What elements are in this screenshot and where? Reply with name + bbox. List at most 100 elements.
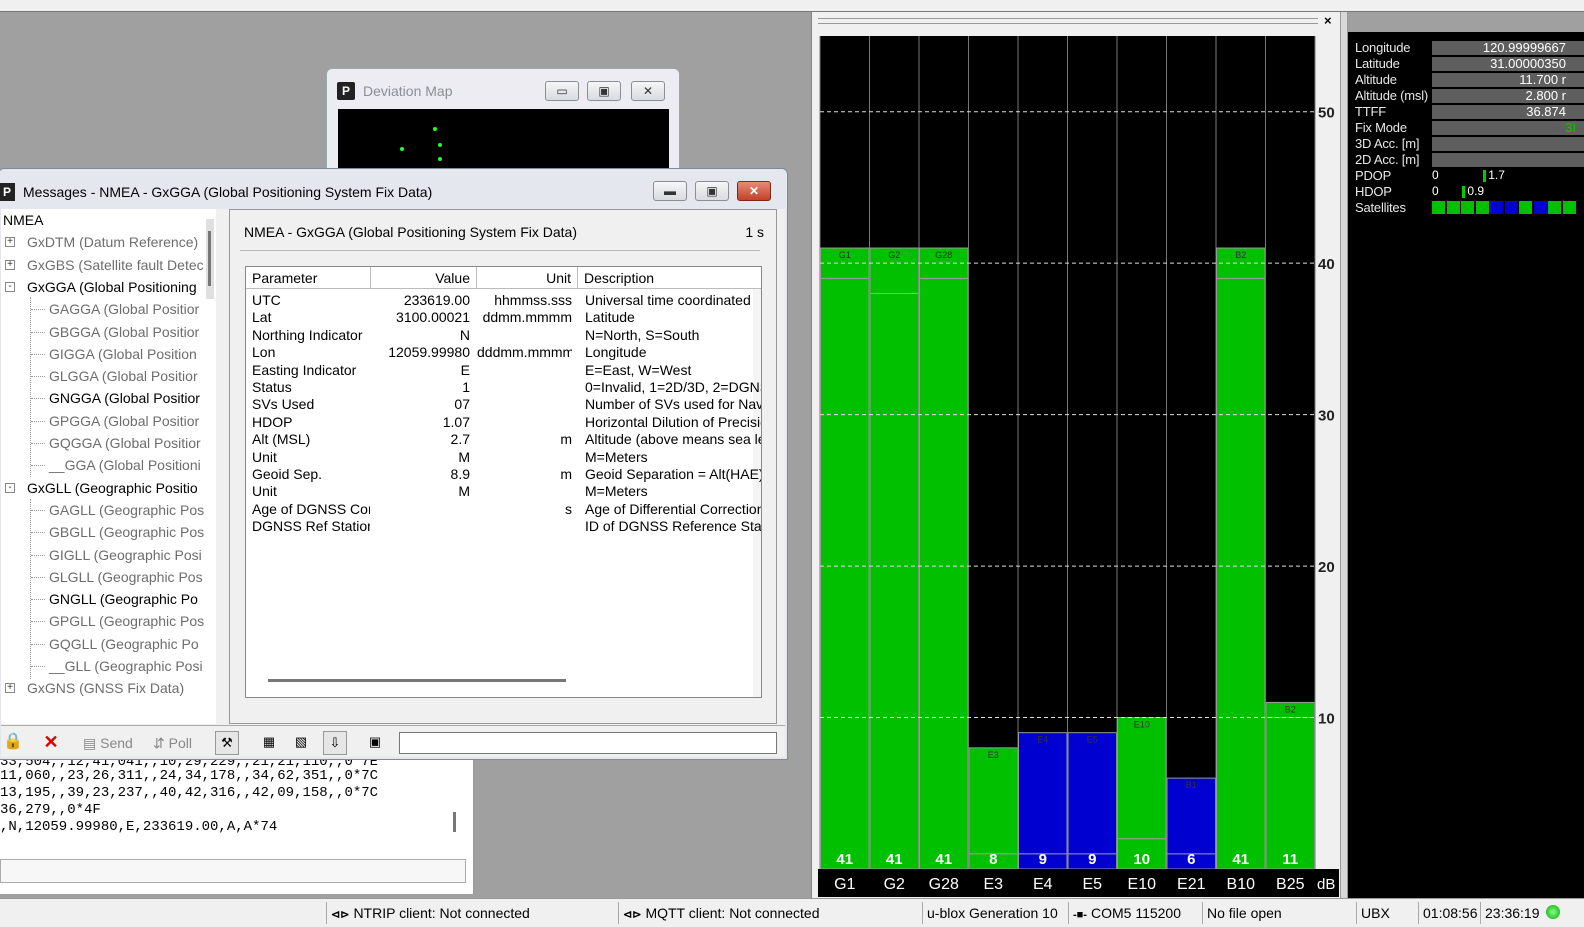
mqtt-status[interactable]: ⊲⊳ MQTT client: Not connected [618, 902, 920, 924]
tree-item[interactable]: __GLL (Geographic Posi [49, 655, 203, 677]
console-scrollbar[interactable] [453, 812, 456, 832]
tree-expander-icon[interactable]: + [5, 237, 15, 248]
table-row[interactable]: Lat 3100.00021 ddmm.mmmm Latitude [246, 309, 761, 326]
message-console[interactable]: 33,504,,12,41,041,,10,29,229,,21,21,110,… [0, 754, 474, 894]
connection-led-icon [1546, 905, 1560, 919]
tree-item[interactable]: GxDTM (Datum Reference) [27, 231, 198, 253]
tree-connector [31, 465, 45, 467]
table-row[interactable]: Age of DGNSS Corr s Age of Differential Co… [246, 501, 761, 518]
cell-description: Horizontal Dilution of Precision [585, 413, 762, 430]
tree-item[interactable]: GxGLL (Geographic Positio [27, 477, 198, 499]
print-icon[interactable]: ▣ [363, 731, 387, 755]
command-field[interactable] [399, 732, 777, 754]
tree-item[interactable]: GBGGA (Global Positior [49, 321, 199, 343]
export-icon[interactable]: ▦ [257, 731, 281, 755]
message-tree[interactable]: NMEA + GxDTM (Datum Reference) + GxGBS (Sate… [1, 209, 216, 724]
table-row[interactable]: Lon 12059.99980 dddmm.mmmm Longitude [246, 344, 761, 361]
tree-item[interactable]: GPGLL (Geographic Pos [49, 610, 204, 632]
tree-item[interactable]: GxGBS (Satellite fault Detec [27, 254, 204, 276]
scrollbar-thumb[interactable] [208, 231, 211, 286]
tree-item[interactable]: GIGLL (Geographic Posi [49, 544, 202, 566]
tree-item[interactable]: NMEA [3, 209, 43, 231]
panel-splitter[interactable] [1340, 12, 1348, 898]
tree-expander-icon[interactable]: + [5, 259, 15, 270]
tree-connector [31, 532, 45, 534]
delete-icon[interactable]: ✕ [39, 731, 63, 755]
port-status[interactable]: -■- COM5 115200 [1068, 902, 1202, 924]
table-row[interactable]: Easting Indicator E E=East, W=West [246, 362, 761, 379]
tree-item[interactable]: GLGGA (Global Positior [49, 365, 198, 387]
import-icon[interactable]: ▧ [289, 731, 313, 755]
console-input[interactable] [0, 859, 466, 883]
table-row[interactable]: Status 1 0=Invalid, 1=2D/3D, 2=DGNS [246, 379, 761, 396]
info-label: Longitude [1355, 40, 1411, 55]
table-row[interactable]: Northing Indicator N N=North, S=South [246, 327, 761, 344]
tree-expander-icon[interactable]: + [5, 683, 15, 694]
tree-connector [31, 331, 45, 333]
ntrip-status[interactable]: ⊲⊳ NTRIP client: Not connected [326, 902, 616, 924]
info-value-box: 3I [1432, 120, 1584, 135]
table-row[interactable]: Unit M M=Meters [246, 483, 761, 500]
table-row[interactable]: Unit M M=Meters [246, 449, 761, 466]
tree-item[interactable]: GxGNS (GNSS Fix Data) [27, 677, 184, 699]
bar-value-label: 41 [836, 851, 853, 868]
table-row[interactable]: HDOP 1.07 Horizontal Dilution of Precision [246, 414, 761, 431]
tree-expander-icon[interactable]: - [5, 482, 15, 493]
cell-value: 3100.00021 [396, 309, 470, 326]
tree-item[interactable]: GxGGA (Global Positioning [27, 276, 197, 298]
info-row: Altitude (msl) 2.800 r [1348, 88, 1584, 104]
send-button[interactable]: ▤ Send [83, 732, 133, 754]
column-header-value[interactable]: Value [371, 267, 477, 289]
tree-item[interactable]: GLGLL (Geographic Pos [49, 566, 203, 588]
tree-item[interactable]: GNGGA (Global Positior [49, 387, 200, 409]
minimize-button[interactable]: ▭ [545, 81, 579, 101]
info-value-box: 120.99999667 [1432, 40, 1584, 55]
cell-parameter: Lon [252, 344, 276, 361]
console-line: 13,195,,39,23,237,,40,42,316,,42,09,158,… [0, 785, 379, 801]
tools-icon[interactable]: ⚒ [215, 731, 239, 755]
cell-parameter: Geoid Sep. [252, 466, 323, 482]
tree-item[interactable]: GAGLL (Geographic Pos [49, 499, 204, 521]
table-horizontal-scrollbar[interactable] [268, 679, 566, 682]
parameter-table[interactable]: Parameter Value Unit Description UTC 2336… [245, 266, 762, 698]
info-value: 3I [1565, 120, 1576, 135]
tree-item[interactable]: GQGGA (Global Positior [49, 432, 201, 454]
tree-item[interactable]: GQGLL (Geographic Po [49, 633, 199, 655]
messages-titlebar[interactable]: P Messages - NMEA - GxGGA (Global Positi… [0, 169, 787, 209]
minimize-button[interactable]: ▬ [653, 181, 687, 201]
info-value: 31.00000350 [1490, 56, 1566, 71]
tree-item[interactable]: GPGGA (Global Positior [49, 410, 199, 432]
tree-item[interactable]: GBGLL (Geographic Pos [49, 521, 204, 543]
tree-connector [31, 353, 45, 355]
restore-button[interactable]: ▣ [587, 81, 621, 101]
tree-item[interactable]: GAGGA (Global Positior [49, 298, 199, 320]
table-row[interactable]: Geoid Sep. 8.9 m Geoid Separation = Alt(HAE… [246, 466, 761, 483]
column-header-unit[interactable]: Unit [477, 267, 578, 289]
lock-icon[interactable]: 🔒 [1, 731, 25, 755]
signal-bar [820, 247, 870, 870]
cell-value: 1.07 [442, 413, 470, 430]
messages-window[interactable]: P Messages - NMEA - GxGGA (Global Positi… [0, 168, 788, 760]
poll-button[interactable]: ⇵ Poll [153, 732, 192, 754]
bar-value-label: 41 [935, 851, 952, 868]
tree-item[interactable]: __GGA (Global Positioni [49, 454, 201, 476]
column-header-parameter[interactable]: Parameter [246, 267, 371, 289]
table-row[interactable]: SVs Used 07 Number of SVs used for Navig [246, 396, 761, 413]
autoscroll-icon[interactable]: ⇩ [323, 731, 347, 755]
tree-item[interactable]: GIGGA (Global Position [49, 343, 197, 365]
table-row[interactable]: UTC 233619.00 hhmmss.sss Universal time coo… [246, 292, 761, 309]
close-button[interactable]: ✕ [631, 81, 665, 101]
bar-value-label: 11 [1282, 851, 1298, 868]
close-button[interactable]: ✕ [737, 181, 771, 201]
cell-value [371, 501, 470, 518]
navigation-info-panel: Longitude 120.99999667 Latitude 31.00000350… [1348, 32, 1584, 898]
restore-button[interactable]: ▣ [695, 181, 729, 201]
tree-scrollbar[interactable] [206, 219, 214, 299]
tree-expander-icon[interactable]: - [5, 281, 15, 292]
column-header-description[interactable]: Description [578, 267, 761, 289]
table-row[interactable]: Alt (MSL) 2.7 m Altitude (above means sea l… [246, 431, 761, 448]
table-row[interactable]: DGNSS Ref Station ID of DGNSS Reference S… [246, 518, 761, 535]
tree-item[interactable]: GNGLL (Geographic Po [49, 588, 198, 610]
ntrip-status-label: NTRIP client: Not connected [353, 905, 530, 921]
info-label: Fix Mode [1355, 120, 1407, 135]
